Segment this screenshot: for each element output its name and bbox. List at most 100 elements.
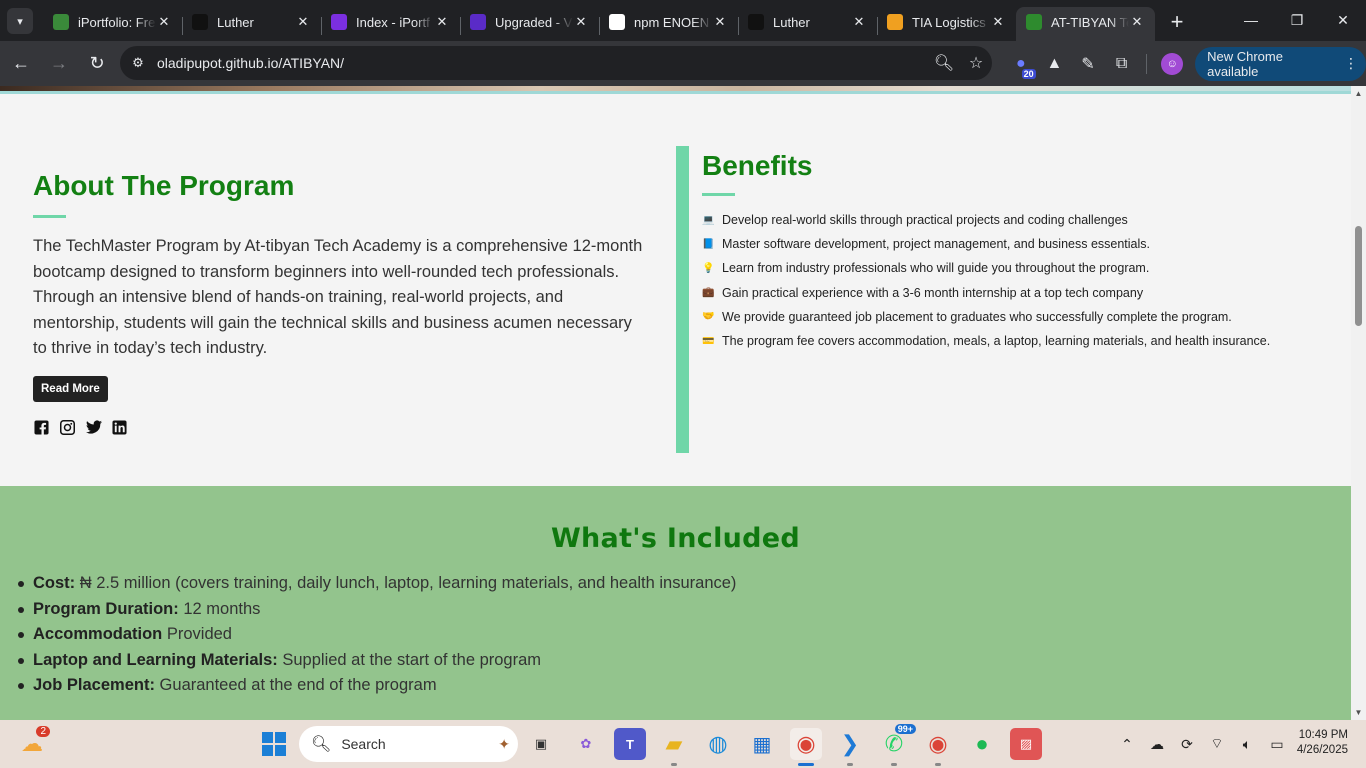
wallet-icon: 💳 <box>702 335 715 347</box>
store-icon[interactable]: ▦ <box>746 728 778 760</box>
included-item: Cost: ₦ 2.5 million (covers training, da… <box>17 571 736 597</box>
toolbar-separator <box>1146 53 1148 74</box>
triangle-extension-icon[interactable]: ▲ <box>1038 47 1072 81</box>
chrome-profile-icon[interactable]: ◉ <box>922 728 954 766</box>
tab-search-button[interactable]: ▾ <box>7 8 33 34</box>
chevron-up-icon[interactable]: ⌃ <box>1112 736 1142 753</box>
included-item: Job Placement: Guaranteed at the end of … <box>17 673 736 699</box>
included-item: Laptop and Learning Materials: Supplied … <box>17 648 736 674</box>
benefit-item: 💡 Learn from industry professionals who w… <box>702 256 1342 280</box>
browser-tab[interactable]: npm ENOEN ✕ <box>599 7 738 41</box>
tab-close-icon[interactable]: ✕ <box>990 14 1006 30</box>
onedrive-icon[interactable]: ☁ <box>1142 736 1172 753</box>
read-more-button[interactable]: Read More <box>33 375 108 402</box>
tab-title: npm ENOEN <box>634 14 710 30</box>
reload-button[interactable]: ↻ <box>80 47 114 81</box>
page-scrollbar[interactable]: ▲ ▼ <box>1351 86 1366 720</box>
tia-icon <box>887 14 903 30</box>
url-text[interactable]: oladipupot.github.io/ATIBYAN/ <box>157 55 928 71</box>
clock-time: 10:49 PM <box>1298 729 1348 741</box>
weather-widget[interactable]: ☁ 2 <box>16 726 50 760</box>
address-bar[interactable]: ⚙ oladipupot.github.io/ATIBYAN/ 🔍︎ ☆ <box>120 46 992 80</box>
tab-close-icon[interactable]: ✕ <box>1129 14 1145 30</box>
scroll-thumb[interactable] <box>1355 226 1362 326</box>
minimize-button[interactable]: — <box>1228 0 1274 40</box>
whatsapp-icon[interactable]: ✆ 99+ <box>878 724 916 766</box>
tab-close-icon[interactable]: ✕ <box>712 14 728 30</box>
tab-close-icon[interactable]: ✕ <box>295 14 311 30</box>
profile-avatar[interactable]: ☺ <box>1161 52 1184 75</box>
browser-tab[interactable]: Luther ✕ <box>738 7 877 41</box>
upgraded-icon <box>470 14 486 30</box>
battery-icon[interactable]: ▭ <box>1262 736 1292 753</box>
browser-tab[interactable]: Index - iPortf ✕ <box>321 7 460 41</box>
volume-icon[interactable]: 🔈︎ <box>1232 736 1262 753</box>
chrome-icon[interactable]: ◉ <box>790 728 822 766</box>
tab-list: iPortfolio: Fre ✕ Luther ✕ Index - iPortf ✕ Up… <box>43 0 1155 41</box>
weather-badge: 2 <box>36 726 50 737</box>
twitter-icon[interactable] <box>85 419 102 436</box>
tab-title: TIA Logistics <box>912 14 986 30</box>
taskbar-search[interactable]: 🔍︎ Search ✦ <box>299 726 518 762</box>
scroll-down-arrow[interactable]: ▼ <box>1351 705 1366 720</box>
zoom-icon[interactable]: 🔍︎ <box>928 47 960 79</box>
windows-taskbar: ☁ 2 🔍︎ Search ✦ ▣ ✿ T ▰ ◍ ▦ ◉ ❯ ✆ 99+ ◉ … <box>0 720 1366 768</box>
scroll-up-arrow[interactable]: ▲ <box>1351 86 1366 101</box>
new-tab-button[interactable]: + <box>1163 8 1191 36</box>
benefit-text: We provide guaranteed job placement to g… <box>722 309 1232 324</box>
bookmark-star-icon[interactable]: ☆ <box>960 47 992 79</box>
sync-icon[interactable]: ⟳ <box>1172 736 1202 753</box>
included-label: Job Placement: <box>33 676 155 695</box>
copilot-icon[interactable]: ✿ <box>570 728 602 760</box>
chrome-update-button[interactable]: New Chrome available ⋮ <box>1195 46 1366 81</box>
page-viewport: About The Program The TechMaster Program… <box>0 86 1366 720</box>
iportfolio-icon <box>53 14 69 30</box>
wifi-icon[interactable]: ⌔ <box>1202 735 1232 753</box>
close-window-button[interactable]: ✕ <box>1320 0 1366 40</box>
tab-close-icon[interactable]: ✕ <box>434 14 450 30</box>
browser-tab[interactable]: Upgraded - V ✕ <box>460 7 599 41</box>
menu-dots-icon[interactable]: ⋮ <box>1344 55 1358 72</box>
restore-button[interactable]: ❐ <box>1274 0 1320 40</box>
start-button[interactable] <box>262 732 286 756</box>
browser-tab[interactable]: AT-TIBYAN Te ✕ <box>1016 7 1155 41</box>
spotify-icon[interactable]: ● <box>966 728 998 760</box>
site-info-icon[interactable]: ⚙ <box>126 51 150 75</box>
vscode-icon[interactable]: ❯ <box>834 728 866 766</box>
photos-icon[interactable]: ▨ <box>1010 728 1042 760</box>
file-explorer-icon[interactable]: ▰ <box>658 728 690 766</box>
clock-date: 4/26/2025 <box>1296 744 1348 756</box>
tab-close-icon[interactable]: ✕ <box>156 14 172 30</box>
benefit-item: 💻 Develop real-world skills through pract… <box>702 208 1342 232</box>
system-tray: ⌃ ☁ ⟳ ⌔ 🔈︎ ▭ <box>1112 720 1292 768</box>
benefits-accent-line <box>702 193 735 196</box>
included-item: Program Duration: 12 months <box>17 597 736 623</box>
forward-button[interactable]: → <box>42 47 76 81</box>
teams-icon[interactable]: T <box>614 728 646 760</box>
clock[interactable]: 10:49 PM 4/26/2025 <box>1297 728 1348 758</box>
edge-icon[interactable]: ◍ <box>702 728 734 760</box>
benefit-text: Master software development, project man… <box>722 237 1151 252</box>
included-label: Accommodation <box>33 625 163 644</box>
task-view-icon[interactable]: ▣ <box>525 728 557 760</box>
benefit-text: Gain practical experience with a 3-6 mon… <box>722 285 1144 300</box>
tab-close-icon[interactable]: ✕ <box>851 14 867 30</box>
hero-image-edge <box>0 86 1351 94</box>
extensions-area: ● 20 ▲ ✎ ⧉ ☺ New Chrome available ⋮ <box>1004 41 1366 86</box>
browser-tab[interactable]: TIA Logistics ✕ <box>877 7 1016 41</box>
pen-extension-icon[interactable]: ✎ <box>1071 47 1105 81</box>
back-button[interactable]: ← <box>4 47 38 81</box>
extension-icon[interactable]: ● 20 <box>1004 47 1038 81</box>
facebook-icon[interactable] <box>33 419 50 436</box>
benefit-item: 💳 The program fee covers accommodation, m… <box>702 329 1342 353</box>
bootstrap-icon <box>331 14 347 30</box>
puzzle-extensions-icon[interactable]: ⧉ <box>1105 47 1139 81</box>
benefit-item: 🤝 We provide guaranteed job placement to … <box>702 305 1342 329</box>
browser-tab[interactable]: Luther ✕ <box>182 7 321 41</box>
luther-icon <box>748 14 764 30</box>
tab-close-icon[interactable]: ✕ <box>573 14 589 30</box>
browser-tab[interactable]: iPortfolio: Fre ✕ <box>43 7 182 41</box>
instagram-icon[interactable] <box>59 419 76 436</box>
linkedin-icon[interactable] <box>111 419 128 436</box>
tab-title: Index - iPortf <box>356 14 430 30</box>
